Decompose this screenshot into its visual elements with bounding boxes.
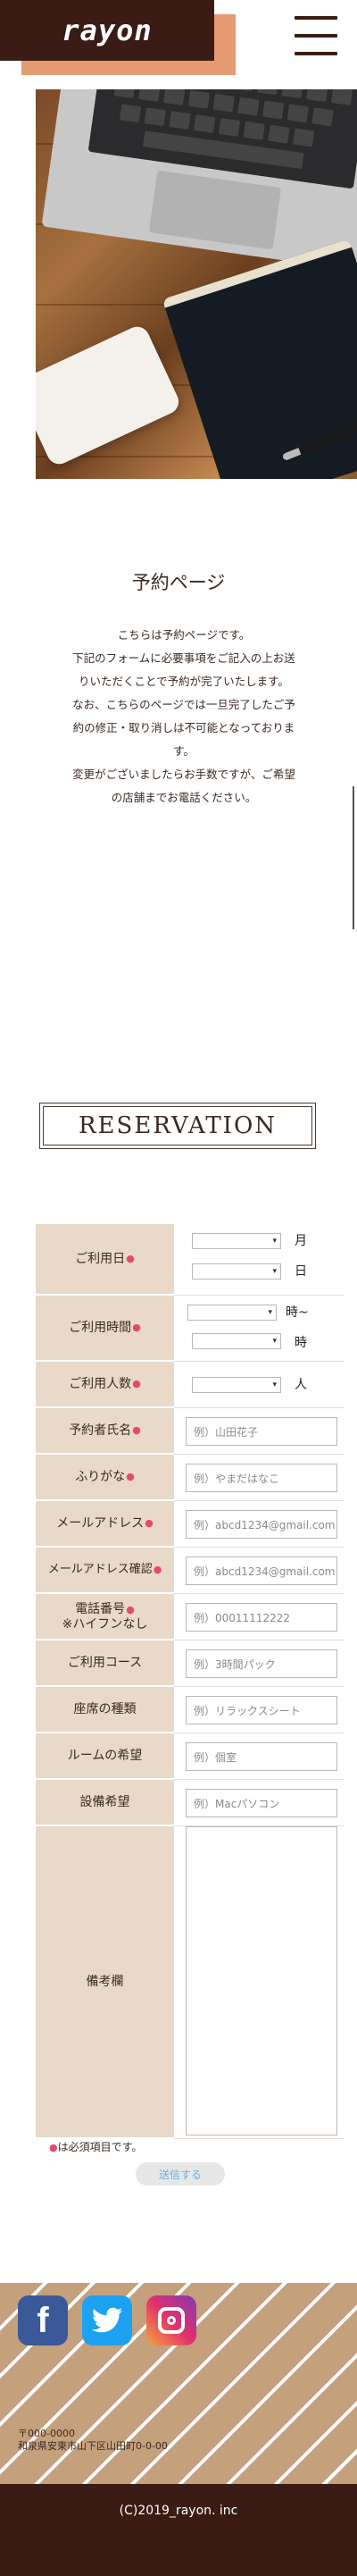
day-select[interactable]: ▾ <box>192 1263 281 1280</box>
scrollbar[interactable] <box>353 786 354 929</box>
intro-line: りいただくことで予約が完了いたします。 <box>79 675 289 688</box>
page-title: 予約ページ <box>131 572 226 593</box>
equipment-input[interactable]: 例）Macパソコン <box>186 1789 337 1817</box>
course-input[interactable]: 例）3時間パック <box>186 1649 337 1678</box>
month-unit: 月 <box>295 1234 307 1248</box>
label-remarks: 備考欄 <box>36 1826 174 2139</box>
seat-input[interactable]: 例）リラックスシート <box>186 1696 337 1724</box>
required-mark: ● <box>132 1378 141 1389</box>
row-remarks: 備考欄 <box>36 1826 345 2139</box>
required-mark: ● <box>126 1603 135 1615</box>
required-mark: ● <box>145 1517 154 1529</box>
people-select[interactable]: ▾ <box>192 1377 281 1393</box>
intro-line: す。 <box>173 744 195 758</box>
label-date: ご利用日 ● <box>36 1224 174 1296</box>
required-mark: ● <box>126 1253 135 1264</box>
label-phone: 電話番号● ※ハイフンなし <box>36 1594 174 1640</box>
label-email: メールアドレス ● <box>36 1501 174 1548</box>
day-unit: 日 <box>295 1264 307 1279</box>
copyright: (C)2019_rayon. inc <box>0 2484 357 2538</box>
room-input[interactable]: 例）個室 <box>186 1742 337 1771</box>
submit-button[interactable]: 送信する <box>136 2162 225 2186</box>
furigana-input[interactable]: 例）やまだはなこ <box>186 1464 337 1492</box>
time-to-select[interactable]: ▾ <box>192 1333 281 1349</box>
intro-line: 変更がございましたらお手数ですが、ご希望 <box>72 768 295 781</box>
row-people: ご利用人数 ● ▾ 人 <box>36 1362 345 1408</box>
time-to-unit: 時 <box>295 1336 307 1350</box>
label-time: ご利用時間 ● <box>36 1296 174 1362</box>
row-furigana: ふりがな ● 例）やまだはなこ <box>36 1455 345 1501</box>
label-room: ルームの希望 <box>36 1733 174 1780</box>
address: 〒000-0000 和泉県安東市山下区山田町0-0-00 <box>18 2428 168 2453</box>
reservation-heading: RESERVATION <box>43 1106 312 1145</box>
intro-line: なお、こちらのページでは一旦完了したご予 <box>72 698 295 711</box>
row-email-confirm: メールアドレス確認 ● 例）abcd1234@gmail.com <box>36 1548 345 1594</box>
phone-input[interactable]: 例）00011112222 <box>186 1603 337 1632</box>
footer-bottom <box>0 2538 357 2576</box>
name-input[interactable]: 例）山田花子 <box>186 1417 337 1446</box>
row-room: ルームの希望 例）個室 <box>36 1733 345 1780</box>
logo[interactable]: rayon <box>0 0 214 61</box>
intro-line: こちらは予約ページです。 <box>117 628 251 642</box>
hero-image <box>36 89 357 479</box>
row-email: メールアドレス ● 例）abcd1234@gmail.com <box>36 1501 345 1548</box>
required-note: ●は必須項目です。 <box>49 2141 143 2153</box>
label-furigana: ふりがな ● <box>36 1455 174 1501</box>
instagram-icon[interactable] <box>146 2295 196 2345</box>
label-name: 予約者氏名 ● <box>36 1408 174 1455</box>
twitter-icon[interactable] <box>82 2295 132 2345</box>
intro-text: こちらは予約ページです。 下記のフォームに必要事項をご記入の上お送 りいただくこ… <box>46 624 321 810</box>
required-mark: ● <box>132 1424 141 1436</box>
menu-icon[interactable] <box>295 16 337 57</box>
time-from-select[interactable]: ▾ <box>187 1305 277 1321</box>
row-course: ご利用コース 例）3時間パック <box>36 1640 345 1687</box>
phone-image <box>36 323 183 468</box>
remarks-textarea[interactable] <box>186 1826 337 2135</box>
email-confirm-input[interactable]: 例）abcd1234@gmail.com <box>186 1557 337 1585</box>
street-address: 和泉県安東市山下区山田町0-0-00 <box>18 2440 168 2452</box>
label-seat: 座席の種類 <box>36 1687 174 1733</box>
month-select[interactable]: ▾ <box>192 1233 281 1249</box>
required-mark: ● <box>132 1322 141 1333</box>
row-equipment: 設備希望 例）Macパソコン <box>36 1780 345 1826</box>
email-input[interactable]: 例）abcd1234@gmail.com <box>186 1510 337 1539</box>
laptop-image <box>41 89 357 273</box>
row-time: ご利用時間 ● ▾ 時~ ▾ 時 <box>36 1296 345 1362</box>
time-from-unit: 時~ <box>286 1305 309 1320</box>
row-seat: 座席の種類 例）リラックスシート <box>36 1687 345 1733</box>
intro-line: 約の修正・取り消しは不可能となっておりま <box>72 721 295 734</box>
label-equipment: 設備希望 <box>36 1780 174 1826</box>
row-phone: 電話番号● ※ハイフンなし 例）00011112222 <box>36 1594 345 1640</box>
intro-line: の店舗までお電話ください。 <box>111 791 257 804</box>
required-mark: ● <box>126 1471 135 1482</box>
people-unit: 人 <box>295 1378 307 1392</box>
label-email-confirm: メールアドレス確認 ● <box>36 1548 174 1594</box>
facebook-icon[interactable]: f <box>18 2295 68 2345</box>
postal-code: 〒000-0000 <box>18 2428 75 2439</box>
row-name: 予約者氏名 ● 例）山田花子 <box>36 1408 345 1455</box>
intro-line: 下記のフォームに必要事項をご記入の上お送 <box>72 651 295 665</box>
reservation-heading-box: RESERVATION <box>39 1103 316 1149</box>
label-people: ご利用人数 ● <box>36 1362 174 1408</box>
label-course: ご利用コース <box>36 1640 174 1687</box>
required-mark: ● <box>153 1564 162 1575</box>
row-date: ご利用日 ● ▾ 月 ▾ 日 <box>36 1224 345 1296</box>
